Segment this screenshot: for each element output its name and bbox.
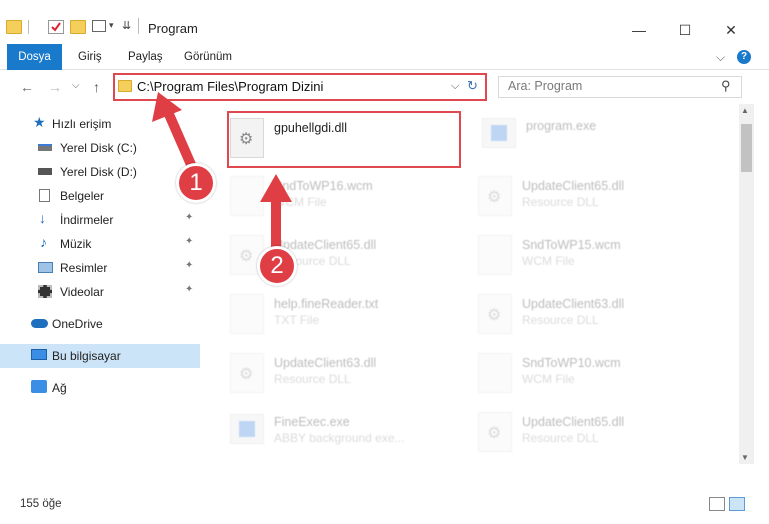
step-1-badge: 1: [176, 163, 216, 203]
arrow-head: [260, 174, 292, 202]
step-2-badge: 2: [257, 246, 297, 286]
annotation-arrows: [152, 92, 292, 253]
